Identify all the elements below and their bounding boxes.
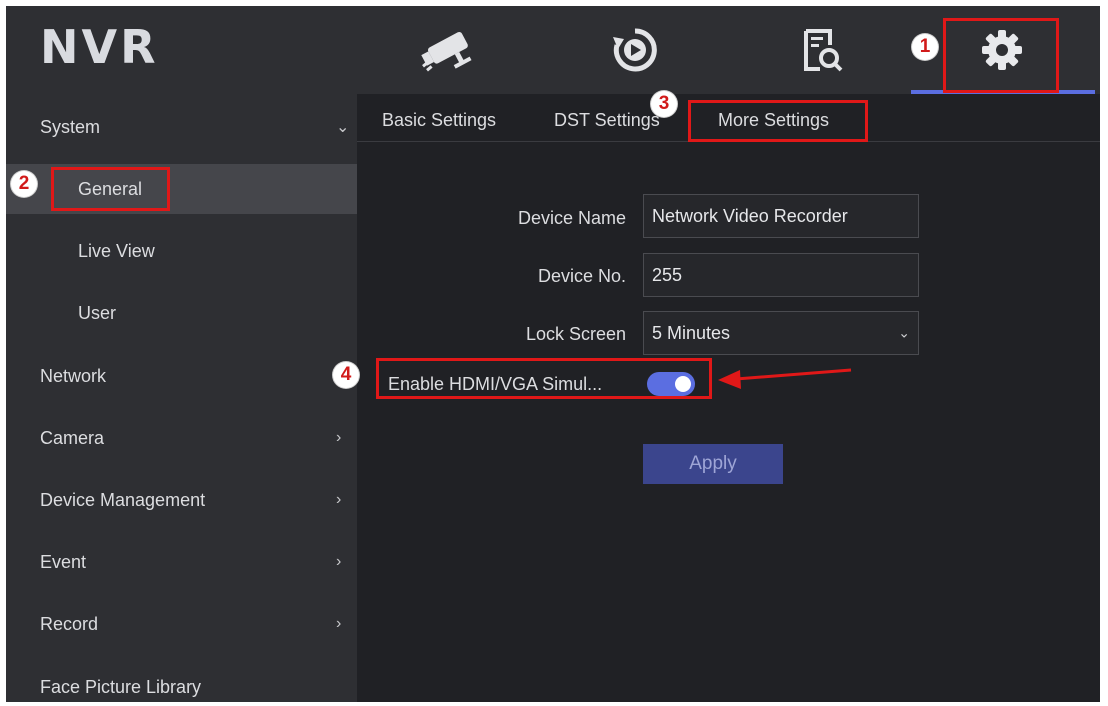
annotation-arrow bbox=[718, 368, 852, 389]
nvr-app-window: NVR System ⌄ General Live View User Netw… bbox=[6, 6, 1100, 702]
